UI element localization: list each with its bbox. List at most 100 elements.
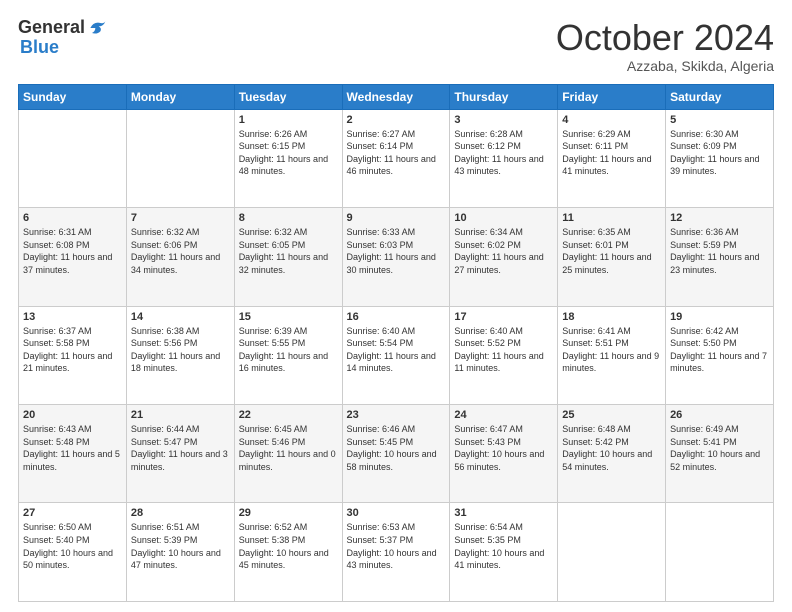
day-number: 12 [670, 212, 769, 224]
day-number: 15 [239, 311, 338, 323]
sunrise-text: Sunrise: 6:29 AM [562, 129, 631, 139]
calendar-cell: 21 Sunrise: 6:44 AM Sunset: 5:47 PM Dayl… [126, 405, 234, 503]
calendar-cell: 15 Sunrise: 6:39 AM Sunset: 5:55 PM Dayl… [234, 306, 342, 404]
daylight-text: Daylight: 11 hours and 34 minutes. [131, 252, 220, 275]
day-info: Sunrise: 6:32 AM Sunset: 6:05 PM Dayligh… [239, 226, 338, 276]
sunrise-text: Sunrise: 6:32 AM [239, 227, 308, 237]
day-info: Sunrise: 6:29 AM Sunset: 6:11 PM Dayligh… [562, 128, 661, 178]
day-info: Sunrise: 6:30 AM Sunset: 6:09 PM Dayligh… [670, 128, 769, 178]
daylight-text: Daylight: 11 hours and 5 minutes. [23, 449, 120, 472]
day-info: Sunrise: 6:48 AM Sunset: 5:42 PM Dayligh… [562, 423, 661, 473]
calendar-week-5: 27 Sunrise: 6:50 AM Sunset: 5:40 PM Dayl… [19, 503, 774, 602]
calendar-cell: 30 Sunrise: 6:53 AM Sunset: 5:37 PM Dayl… [342, 503, 450, 602]
day-number: 25 [562, 409, 661, 421]
day-number: 26 [670, 409, 769, 421]
sunset-text: Sunset: 5:45 PM [347, 437, 414, 447]
col-thursday: Thursday [450, 84, 558, 109]
daylight-text: Daylight: 11 hours and 43 minutes. [454, 154, 543, 177]
daylight-text: Daylight: 11 hours and 25 minutes. [562, 252, 651, 275]
day-info: Sunrise: 6:41 AM Sunset: 5:51 PM Dayligh… [562, 325, 661, 375]
sunset-text: Sunset: 5:59 PM [670, 240, 737, 250]
month-title: October 2024 [556, 18, 774, 58]
logo: General Blue [18, 18, 107, 58]
sunrise-text: Sunrise: 6:39 AM [239, 326, 308, 336]
sunset-text: Sunset: 6:03 PM [347, 240, 414, 250]
calendar-cell: 29 Sunrise: 6:52 AM Sunset: 5:38 PM Dayl… [234, 503, 342, 602]
day-info: Sunrise: 6:31 AM Sunset: 6:08 PM Dayligh… [23, 226, 122, 276]
daylight-text: Daylight: 10 hours and 43 minutes. [347, 548, 437, 571]
sunset-text: Sunset: 5:54 PM [347, 338, 414, 348]
sunset-text: Sunset: 6:06 PM [131, 240, 198, 250]
daylight-text: Daylight: 10 hours and 47 minutes. [131, 548, 221, 571]
daylight-text: Daylight: 10 hours and 58 minutes. [347, 449, 437, 472]
col-friday: Friday [558, 84, 666, 109]
calendar-cell: 24 Sunrise: 6:47 AM Sunset: 5:43 PM Dayl… [450, 405, 558, 503]
calendar-cell: 14 Sunrise: 6:38 AM Sunset: 5:56 PM Dayl… [126, 306, 234, 404]
calendar-week-4: 20 Sunrise: 6:43 AM Sunset: 5:48 PM Dayl… [19, 405, 774, 503]
sunset-text: Sunset: 6:09 PM [670, 141, 737, 151]
calendar-cell: 5 Sunrise: 6:30 AM Sunset: 6:09 PM Dayli… [666, 109, 774, 207]
sunset-text: Sunset: 6:14 PM [347, 141, 414, 151]
daylight-text: Daylight: 11 hours and 18 minutes. [131, 351, 220, 374]
calendar-cell: 27 Sunrise: 6:50 AM Sunset: 5:40 PM Dayl… [19, 503, 127, 602]
day-info: Sunrise: 6:44 AM Sunset: 5:47 PM Dayligh… [131, 423, 230, 473]
sunrise-text: Sunrise: 6:41 AM [562, 326, 631, 336]
daylight-text: Daylight: 10 hours and 54 minutes. [562, 449, 652, 472]
calendar-cell: 3 Sunrise: 6:28 AM Sunset: 6:12 PM Dayli… [450, 109, 558, 207]
sunset-text: Sunset: 5:47 PM [131, 437, 198, 447]
calendar-header-row: Sunday Monday Tuesday Wednesday Thursday… [19, 84, 774, 109]
col-saturday: Saturday [666, 84, 774, 109]
day-number: 17 [454, 311, 553, 323]
sunrise-text: Sunrise: 6:40 AM [454, 326, 523, 336]
daylight-text: Daylight: 11 hours and 48 minutes. [239, 154, 328, 177]
sunset-text: Sunset: 5:51 PM [562, 338, 629, 348]
sunrise-text: Sunrise: 6:33 AM [347, 227, 416, 237]
calendar-cell [126, 109, 234, 207]
daylight-text: Daylight: 10 hours and 50 minutes. [23, 548, 113, 571]
calendar-cell: 16 Sunrise: 6:40 AM Sunset: 5:54 PM Dayl… [342, 306, 450, 404]
sunset-text: Sunset: 5:41 PM [670, 437, 737, 447]
col-tuesday: Tuesday [234, 84, 342, 109]
sunrise-text: Sunrise: 6:31 AM [23, 227, 92, 237]
calendar-cell: 22 Sunrise: 6:45 AM Sunset: 5:46 PM Dayl… [234, 405, 342, 503]
sunrise-text: Sunrise: 6:26 AM [239, 129, 308, 139]
calendar-cell: 23 Sunrise: 6:46 AM Sunset: 5:45 PM Dayl… [342, 405, 450, 503]
day-info: Sunrise: 6:27 AM Sunset: 6:14 PM Dayligh… [347, 128, 446, 178]
daylight-text: Daylight: 11 hours and 14 minutes. [347, 351, 436, 374]
col-monday: Monday [126, 84, 234, 109]
day-number: 1 [239, 114, 338, 126]
day-number: 31 [454, 507, 553, 519]
col-sunday: Sunday [19, 84, 127, 109]
sunset-text: Sunset: 5:43 PM [454, 437, 521, 447]
sunset-text: Sunset: 6:15 PM [239, 141, 306, 151]
day-number: 30 [347, 507, 446, 519]
day-info: Sunrise: 6:51 AM Sunset: 5:39 PM Dayligh… [131, 521, 230, 571]
day-number: 6 [23, 212, 122, 224]
day-info: Sunrise: 6:50 AM Sunset: 5:40 PM Dayligh… [23, 521, 122, 571]
day-info: Sunrise: 6:46 AM Sunset: 5:45 PM Dayligh… [347, 423, 446, 473]
sunset-text: Sunset: 6:02 PM [454, 240, 521, 250]
sunrise-text: Sunrise: 6:45 AM [239, 424, 308, 434]
sunrise-text: Sunrise: 6:34 AM [454, 227, 523, 237]
calendar-week-2: 6 Sunrise: 6:31 AM Sunset: 6:08 PM Dayli… [19, 208, 774, 306]
day-number: 3 [454, 114, 553, 126]
sunrise-text: Sunrise: 6:52 AM [239, 522, 308, 532]
calendar-cell: 31 Sunrise: 6:54 AM Sunset: 5:35 PM Dayl… [450, 503, 558, 602]
daylight-text: Daylight: 11 hours and 11 minutes. [454, 351, 543, 374]
day-info: Sunrise: 6:39 AM Sunset: 5:55 PM Dayligh… [239, 325, 338, 375]
day-number: 28 [131, 507, 230, 519]
day-number: 2 [347, 114, 446, 126]
sunset-text: Sunset: 5:38 PM [239, 535, 306, 545]
day-number: 7 [131, 212, 230, 224]
sunset-text: Sunset: 5:52 PM [454, 338, 521, 348]
title-block: October 2024 Azzaba, Skikda, Algeria [556, 18, 774, 74]
calendar-cell: 11 Sunrise: 6:35 AM Sunset: 6:01 PM Dayl… [558, 208, 666, 306]
calendar-cell: 10 Sunrise: 6:34 AM Sunset: 6:02 PM Dayl… [450, 208, 558, 306]
day-info: Sunrise: 6:49 AM Sunset: 5:41 PM Dayligh… [670, 423, 769, 473]
sunrise-text: Sunrise: 6:37 AM [23, 326, 92, 336]
daylight-text: Daylight: 11 hours and 41 minutes. [562, 154, 651, 177]
day-info: Sunrise: 6:54 AM Sunset: 5:35 PM Dayligh… [454, 521, 553, 571]
sunrise-text: Sunrise: 6:40 AM [347, 326, 416, 336]
day-info: Sunrise: 6:43 AM Sunset: 5:48 PM Dayligh… [23, 423, 122, 473]
sunrise-text: Sunrise: 6:54 AM [454, 522, 523, 532]
